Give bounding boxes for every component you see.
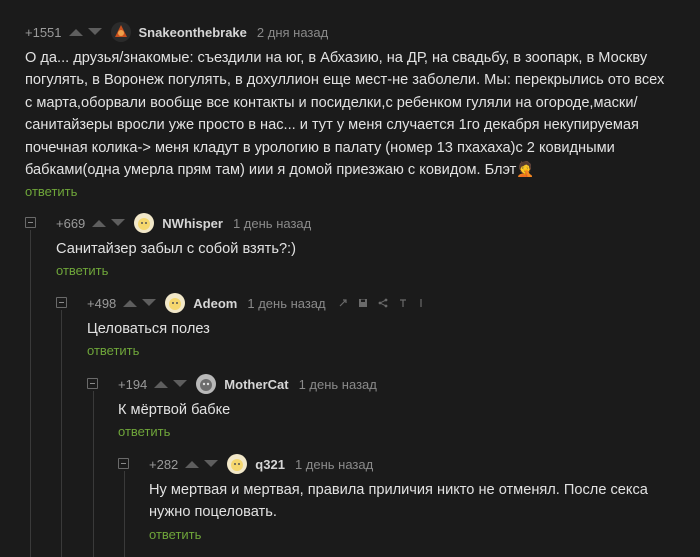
avatar-image-icon: [134, 213, 155, 233]
thread-line: [124, 471, 125, 557]
upvote-button[interactable]: [153, 379, 169, 389]
collapse-button[interactable]: [56, 297, 67, 308]
comment-header: +498 Adeom 1 день назад: [87, 292, 677, 314]
link-icon[interactable]: [338, 298, 348, 308]
reply-link[interactable]: ответить: [25, 184, 77, 199]
comment: +1551 Snakeonthebrake 2 дня назад О да..…: [25, 21, 685, 201]
comment-username[interactable]: q321: [255, 457, 285, 472]
comment-username[interactable]: Snakeonthebrake: [139, 25, 247, 40]
upvote-button[interactable]: [91, 218, 107, 228]
comment-username[interactable]: Adeom: [193, 296, 237, 311]
avatar-image-icon: [196, 374, 217, 394]
comment-text: К мёртвой бабке: [118, 402, 231, 418]
comment-time: 1 день назад: [298, 376, 377, 392]
comment-tools: [338, 298, 424, 308]
comment: +669 NWhisper 1 день назад Санитайзер за…: [56, 212, 676, 280]
downvote-button[interactable]: [110, 218, 126, 228]
collapse-button[interactable]: [25, 217, 36, 228]
comment-header: +1551 Snakeonthebrake 2 дня назад: [25, 21, 685, 43]
avatar[interactable]: [227, 454, 248, 474]
arrow-down-icon: [111, 219, 126, 226]
comment-text: О да... друзья/знакомые: съездили на юг,…: [25, 50, 665, 179]
comment-time: 1 день назад: [232, 215, 312, 231]
collapse-button[interactable]: [87, 378, 98, 389]
arrow-down-icon: [142, 299, 157, 306]
comment-header: +194 MotherCat 1 день назад: [118, 373, 678, 395]
upvote-button[interactable]: [122, 298, 138, 308]
comment-text: Санитайзер забыл с собой взять?:): [56, 241, 296, 257]
arrow-up-icon: [154, 381, 169, 388]
avatar[interactable]: [165, 293, 186, 313]
downvote-button[interactable]: [203, 459, 219, 469]
reply-link[interactable]: ответить: [87, 343, 139, 358]
comment-time: 1 день назад: [294, 456, 374, 472]
comment-header: +669 NWhisper 1 день назад: [56, 212, 676, 234]
comment-text: Ну мертвая и мертвая, правила приличия н…: [149, 482, 648, 521]
comment-text: Целоваться полез: [87, 321, 210, 337]
arrow-up-icon: [92, 220, 107, 227]
avatar-image-icon: [110, 22, 131, 42]
avatar[interactable]: [196, 374, 217, 394]
thread-line: [93, 391, 94, 557]
avatar[interactable]: [134, 213, 155, 233]
downvote-button[interactable]: [87, 27, 103, 37]
comment-username[interactable]: NWhisper: [162, 216, 223, 231]
downvote-button[interactable]: [141, 298, 157, 308]
reply-link[interactable]: ответить: [118, 424, 170, 439]
save-icon[interactable]: [358, 298, 368, 308]
arrow-up-icon: [68, 29, 83, 36]
comment-username[interactable]: MotherCat: [224, 377, 288, 392]
avatar[interactable]: [110, 22, 131, 42]
thread-line: [30, 230, 31, 557]
arrow-down-icon: [173, 380, 188, 387]
comment-time: 2 дня назад: [256, 24, 329, 40]
downvote-button[interactable]: [172, 379, 188, 389]
avatar-image-icon: [165, 293, 186, 313]
comment-rating: +498: [87, 295, 117, 311]
thread-line: [61, 310, 62, 557]
comment-header: +282 q321 1 день назад: [149, 453, 679, 475]
arrow-up-icon: [185, 461, 200, 468]
avatar-image-icon: [227, 454, 248, 474]
reply-link[interactable]: ответить: [56, 263, 108, 278]
comment: +194 MotherCat 1 день назад К мёртвой ба…: [118, 373, 678, 441]
reply-link[interactable]: ответить: [149, 527, 201, 542]
arrow-down-icon: [87, 28, 102, 35]
more-icon[interactable]: [418, 298, 424, 308]
more-icon[interactable]: [398, 298, 408, 308]
comment: +498 Adeom 1 день назад Целоваться полез…: [87, 292, 677, 360]
arrow-up-icon: [123, 300, 138, 307]
comment: +282 q321 1 день назад Ну мертвая и мерт…: [149, 453, 679, 544]
collapse-button[interactable]: [118, 458, 129, 469]
upvote-button[interactable]: [68, 27, 84, 37]
comment-rating: +194: [118, 376, 148, 392]
arrow-down-icon: [204, 460, 219, 467]
comment-rating: +669: [56, 215, 86, 231]
comment-rating: +1551: [25, 24, 62, 40]
share-icon[interactable]: [378, 298, 388, 308]
comment-time: 1 день назад: [247, 295, 326, 311]
comment-rating: +282: [149, 456, 179, 472]
upvote-button[interactable]: [184, 459, 200, 469]
